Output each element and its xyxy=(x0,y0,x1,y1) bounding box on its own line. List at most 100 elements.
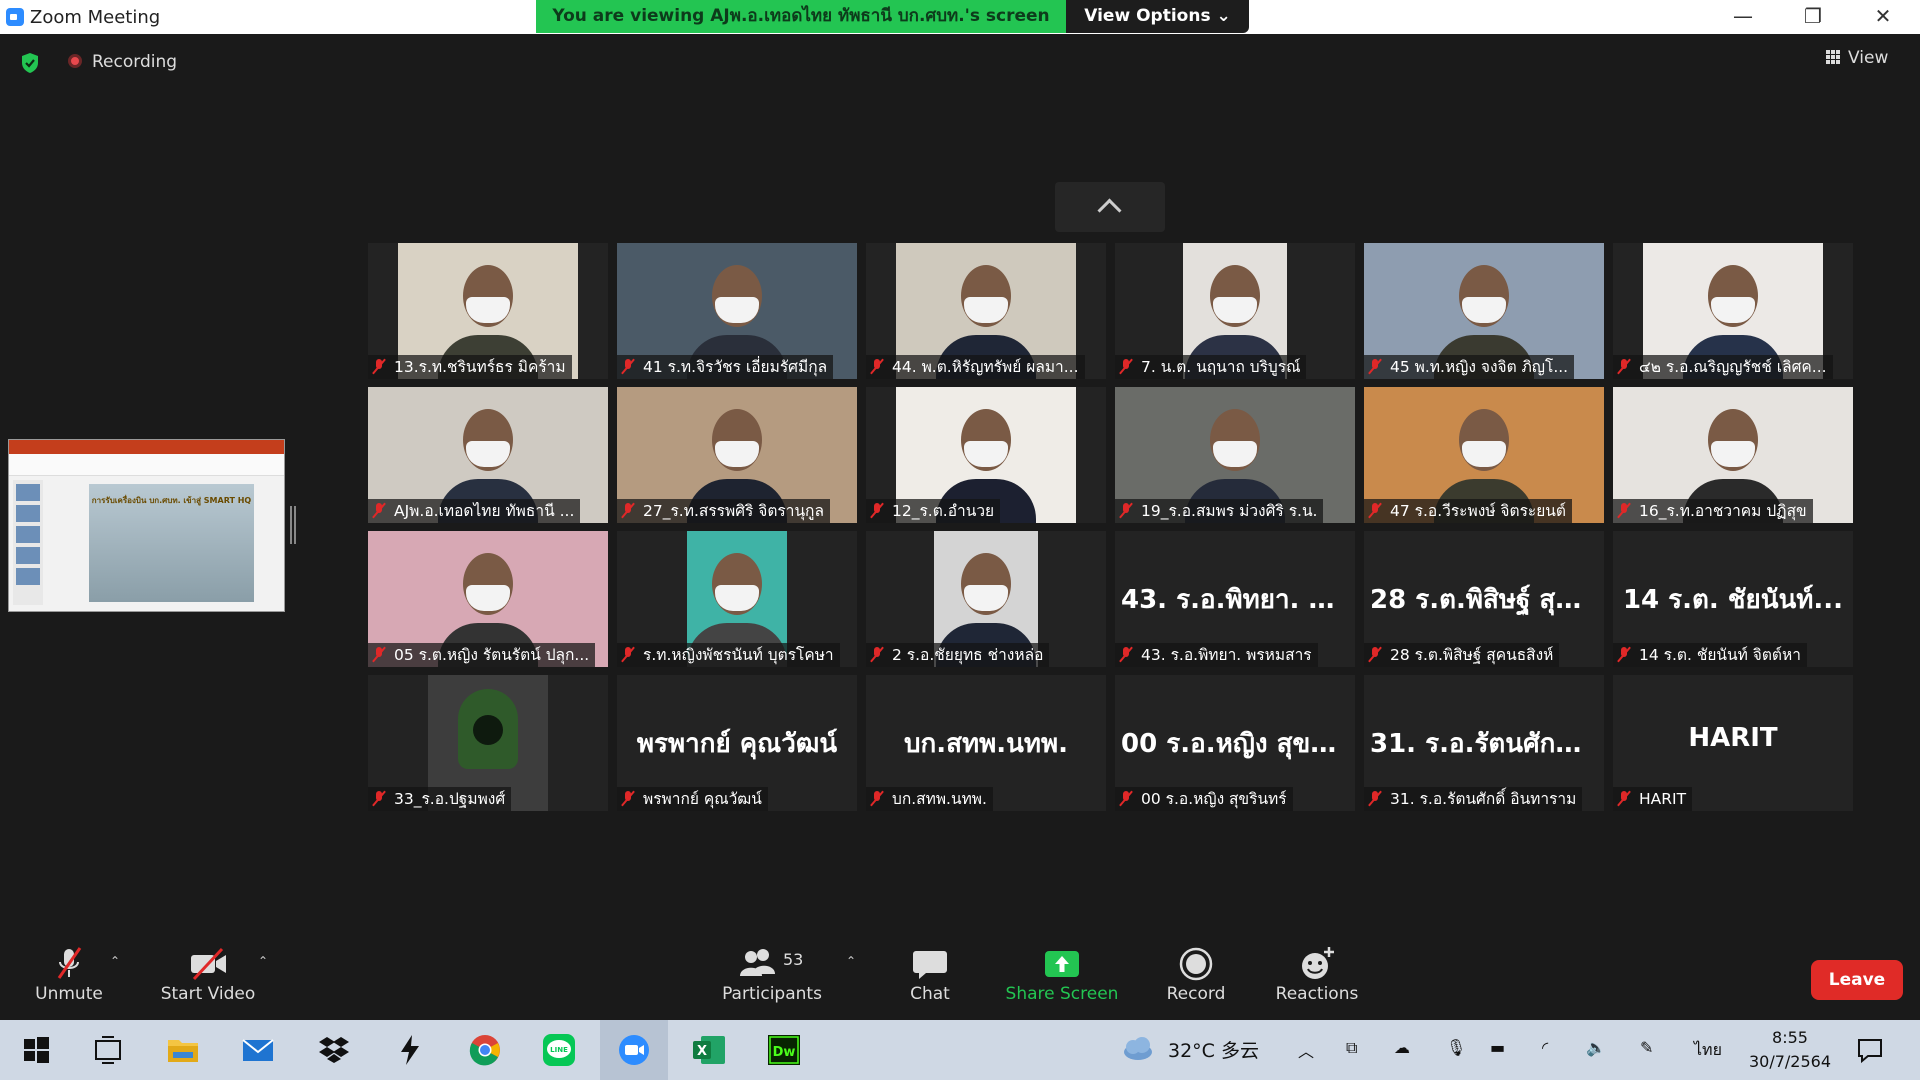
participants-button[interactable]: 53 Participants xyxy=(720,946,824,1004)
record-dot-icon xyxy=(68,54,82,68)
meeting-area: Recording View การรับเครื่องบิน บก.ศบท. … xyxy=(0,34,1920,934)
participant-tile[interactable]: 27_ร.ท.สรรพศิริ จิตรานุกูล xyxy=(617,387,857,523)
dreamweaver-icon[interactable]: Dw xyxy=(766,1032,802,1068)
participant-tile[interactable]: 45 พ.ท.หญิง จงจิต ภิญโ... xyxy=(1364,243,1604,379)
task-view-icon[interactable] xyxy=(90,1032,126,1068)
file-explorer-icon[interactable] xyxy=(165,1032,201,1068)
participant-tile[interactable]: 05 ร.ต.หญิง รัตนรัตน์ ปลุก... xyxy=(368,531,608,667)
participant-name: 47 ร.อ.วีระพงษ์ จิตระยนต์ xyxy=(1390,502,1566,520)
excel-icon[interactable]: X xyxy=(691,1032,727,1068)
zoom-app-icon[interactable] xyxy=(616,1032,652,1068)
participant-name-label: 31. ร.อ.รัตนศักดิ์ อินทาราม xyxy=(1364,787,1583,811)
leave-button[interactable]: Leave xyxy=(1811,960,1903,1000)
participant-tile[interactable]: 16_ร.ท.อาชวาคม ปฏิสุข xyxy=(1613,387,1853,523)
participant-tile[interactable]: 14 ร.ต. ชัยนันท์... 14 ร.ต. ชัยนันท์ จิตต… xyxy=(1613,531,1853,667)
participant-name: 31. ร.อ.รัตนศักดิ์ อินทาราม xyxy=(1390,790,1577,808)
line-app-icon[interactable]: LINE xyxy=(541,1032,577,1068)
shield-icon[interactable] xyxy=(20,52,40,74)
participant-tile[interactable]: 44. พ.ต.หิรัญทรัพย์ ผลมา... xyxy=(866,243,1106,379)
muted-mic-icon xyxy=(1368,646,1382,662)
system-clock[interactable]: 8:55 30/7/2564 xyxy=(1740,1026,1840,1074)
bolt-app-icon[interactable] xyxy=(392,1032,428,1068)
pen-icon[interactable]: ✎ xyxy=(1640,1038,1653,1057)
participant-tile[interactable]: 47 ร.อ.วีระพงษ์ จิตระยนต์ xyxy=(1364,387,1604,523)
record-button[interactable]: Record xyxy=(1158,946,1234,1004)
recording-indicator[interactable]: Recording xyxy=(68,52,177,72)
view-label: View xyxy=(1848,48,1889,68)
view-button[interactable]: View xyxy=(1826,42,1906,74)
participant-tile[interactable]: 33_ร.อ.ปฐมพงศ์ xyxy=(368,675,608,811)
participant-name: AJพ.อ.เทอดไทย ทัพธานี ... xyxy=(394,502,575,520)
microphone-icon[interactable]: 🎙 xyxy=(1446,1038,1466,1057)
muted-mic-icon xyxy=(1368,358,1382,374)
participant-tile[interactable]: 28 ร.ต.พิสิษฐ์ สุค... 28 ร.ต.พิสิษฐ์ สุคน… xyxy=(1364,531,1604,667)
muted-mic-icon xyxy=(870,358,884,374)
notifications-icon[interactable] xyxy=(1856,1036,1884,1064)
start-video-button[interactable]: Start Video xyxy=(158,946,258,1004)
record-icon xyxy=(1179,947,1213,981)
windows-start-icon[interactable] xyxy=(18,1032,54,1068)
video-options-caret[interactable]: ⌃ xyxy=(258,954,268,968)
participant-tile[interactable]: 31. ร.อ.รัตนศักดิ... 31. ร.อ.รัตนศักดิ์ อ… xyxy=(1364,675,1604,811)
muted-mic-icon xyxy=(372,358,386,374)
participant-tile[interactable]: 43. ร.อ.พิทยา. พ... 43. ร.อ.พิทยา. พรหมสา… xyxy=(1115,531,1355,667)
audio-options-caret[interactable]: ⌃ xyxy=(110,954,120,968)
participant-tile[interactable]: พรพากย์ คุณวัฒน์ พรพากย์ คุณวัฒน์ xyxy=(617,675,857,811)
participant-name-label: 2 ร.อ.ชัยยุทธ ช่างหล่อ xyxy=(866,643,1050,667)
muted-mic-icon xyxy=(372,646,386,662)
restore-button[interactable]: ❐ xyxy=(1790,0,1836,34)
close-button[interactable]: ✕ xyxy=(1860,0,1906,34)
shared-screen-thumbnail[interactable]: การรับเครื่องบิน บก.ศบท. เข้าสู่ SMART H… xyxy=(8,439,285,612)
minimize-button[interactable]: — xyxy=(1720,0,1766,34)
page-up-button[interactable] xyxy=(1055,182,1165,232)
participant-tile[interactable]: 00 ร.อ.หญิง สุขริ... 00 ร.อ.หญิง สุขรินทร… xyxy=(1115,675,1355,811)
participant-name-label: HARIT xyxy=(1613,787,1693,811)
chrome-icon[interactable] xyxy=(467,1032,503,1068)
participants-options-caret[interactable]: ⌃ xyxy=(846,954,856,968)
participant-name: ร.ท.หญิงพัชรนันท์ บุตรโคษา xyxy=(643,646,834,664)
muted-mic-icon xyxy=(621,646,635,662)
share-screen-button[interactable]: Share Screen xyxy=(1003,946,1121,1004)
participant-tile[interactable]: 2 ร.อ.ชัยยุทธ ช่างหล่อ xyxy=(866,531,1106,667)
participant-tile[interactable]: AJพ.อ.เทอดไทย ทัพธานี ... xyxy=(368,387,608,523)
participant-tile[interactable]: บก.สทพ.นทพ. บก.สทพ.นทพ. xyxy=(866,675,1106,811)
share-banner: You are viewing AJพ.อ.เทอดไทย ทัพธานี บก… xyxy=(536,0,1066,33)
participant-name-label: พรพากย์ คุณวัฒน์ xyxy=(617,787,768,811)
participant-name-label: 45 พ.ท.หญิง จงจิต ภิญโ... xyxy=(1364,355,1575,379)
meet-now-icon[interactable]: ⧉ xyxy=(1346,1038,1357,1058)
participant-name: 27_ร.ท.สรรพศิริ จิตรานุกูล xyxy=(643,502,824,520)
mail-icon[interactable] xyxy=(240,1032,276,1068)
participant-tile[interactable]: ๔๒ ร.อ.ณริญญรัชช์ เลิศค... xyxy=(1613,243,1853,379)
participant-name-label: 16_ร.ท.อาชวาคม ปฏิสุข xyxy=(1613,499,1813,523)
participant-tile[interactable]: 13.ร.ท.ชรินทร์ธร มิคร้าม xyxy=(368,243,608,379)
participant-tile[interactable]: ร.ท.หญิงพัชรนันท์ บุตรโคษา xyxy=(617,531,857,667)
muted-mic-icon xyxy=(372,502,386,518)
resize-handle[interactable] xyxy=(290,506,296,544)
reactions-button[interactable]: Reactions xyxy=(1271,946,1363,1004)
dropbox-icon[interactable] xyxy=(316,1032,352,1068)
tray-overflow-icon[interactable]: ︿ xyxy=(1298,1038,1314,1062)
participant-display-name: 00 ร.อ.หญิง สุขริ... xyxy=(1121,729,1354,759)
powerpoint-ribbon xyxy=(9,440,284,454)
participant-name: 44. พ.ต.หิรัญทรัพย์ ผลมา... xyxy=(892,358,1079,376)
battery-icon[interactable]: ▬ xyxy=(1490,1038,1505,1057)
participant-tile[interactable]: 19_ร.อ.สมพร ม่วงศิริ ร.น. xyxy=(1115,387,1355,523)
participant-tile[interactable]: 7. น.ต. นฤนาถ บริบูรณ์ xyxy=(1115,243,1355,379)
onedrive-icon[interactable]: ☁ xyxy=(1394,1038,1410,1057)
input-language[interactable]: ไทย xyxy=(1694,1038,1722,1063)
muted-mic-icon xyxy=(1617,358,1631,374)
grid-icon xyxy=(1826,50,1840,64)
window-title: Zoom Meeting xyxy=(30,7,161,28)
wifi-icon[interactable]: ◜ xyxy=(1542,1038,1548,1057)
chat-button[interactable]: Chat xyxy=(900,946,960,1004)
unmute-button[interactable]: Unmute xyxy=(30,946,108,1004)
chat-label: Chat xyxy=(910,984,950,1004)
participant-tile[interactable]: 41 ร.ท.จิรวัชร เอี่ยมรัศมีกุล xyxy=(617,243,857,379)
volume-icon[interactable]: 🔈 xyxy=(1586,1038,1606,1057)
weather-text[interactable]: 32°C 多云 xyxy=(1168,1036,1259,1063)
participant-tile[interactable]: 12_ร.ต.อำนวย xyxy=(866,387,1106,523)
participant-tile[interactable]: HARIT HARIT xyxy=(1613,675,1853,811)
participant-name-label: ร.ท.หญิงพัชรนันท์ บุตรโคษา xyxy=(617,643,840,667)
view-options-button[interactable]: View Options ⌄ xyxy=(1066,0,1249,33)
participant-name-label: 13.ร.ท.ชรินทร์ธร มิคร้าม xyxy=(368,355,572,379)
